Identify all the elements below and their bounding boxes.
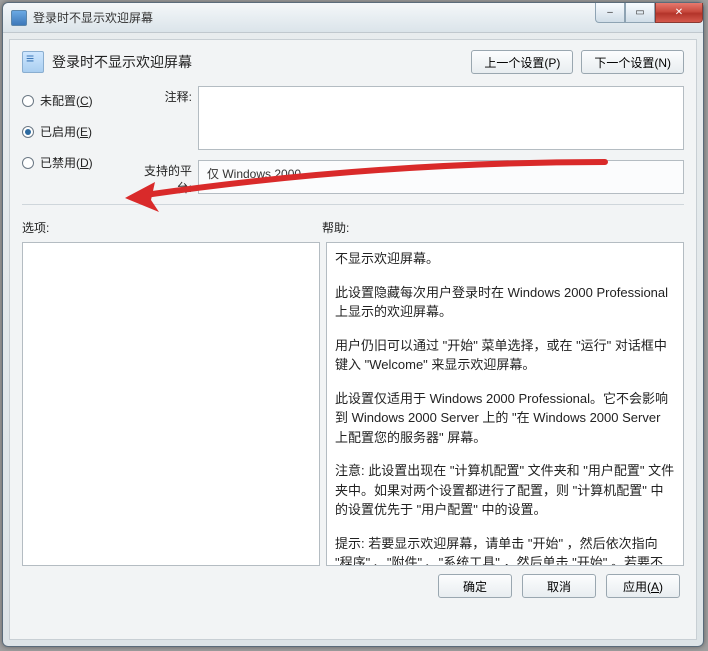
panes: 不显示欢迎屏幕。 此设置隐藏每次用户登录时在 Windows 2000 Prof… bbox=[22, 242, 684, 566]
page-title: 登录时不显示欢迎屏幕 bbox=[52, 52, 192, 72]
supported-platform-box: 仅 Windows 2000 bbox=[198, 160, 684, 194]
options-label: 选项: bbox=[22, 219, 322, 236]
radio-label: 未配置(C) bbox=[40, 92, 93, 109]
header-row: 登录时不显示欢迎屏幕 上一个设置(P) 下一个设置(N) bbox=[22, 50, 684, 74]
comment-textarea[interactable] bbox=[198, 86, 684, 150]
state-radio-group: 未配置(C) 已启用(E) 已禁用(D) bbox=[22, 86, 132, 196]
divider bbox=[22, 204, 684, 205]
radio-label: 已禁用(D) bbox=[40, 154, 93, 171]
help-pane[interactable]: 不显示欢迎屏幕。 此设置隐藏每次用户登录时在 Windows 2000 Prof… bbox=[326, 242, 684, 566]
policy-icon bbox=[22, 51, 44, 73]
next-setting-button[interactable]: 下一个设置(N) bbox=[581, 50, 684, 74]
ok-button[interactable]: 确定 bbox=[438, 574, 512, 598]
app-icon bbox=[11, 10, 27, 26]
radio-label: 已启用(E) bbox=[40, 123, 92, 140]
cancel-button[interactable]: 取消 bbox=[522, 574, 596, 598]
close-button[interactable]: ✕ bbox=[655, 3, 703, 23]
apply-button[interactable]: 应用(A) bbox=[606, 574, 680, 598]
radio-icon bbox=[22, 126, 34, 138]
radio-not-configured[interactable]: 未配置(C) bbox=[22, 92, 132, 109]
minimize-button[interactable]: – bbox=[595, 3, 625, 23]
prev-setting-button[interactable]: 上一个设置(P) bbox=[471, 50, 573, 74]
radio-disabled[interactable]: 已禁用(D) bbox=[22, 154, 132, 171]
pane-labels: 选项: 帮助: bbox=[22, 219, 684, 236]
maximize-button[interactable]: ▭ bbox=[625, 3, 655, 23]
dialog-window: 登录时不显示欢迎屏幕 – ▭ ✕ 登录时不显示欢迎屏幕 上一个设置(P) 下一个… bbox=[2, 2, 704, 647]
titlebar[interactable]: 登录时不显示欢迎屏幕 – ▭ ✕ bbox=[3, 3, 703, 33]
footer: 确定 取消 应用(A) bbox=[22, 566, 684, 598]
help-paragraph: 用户仍旧可以通过 "开始" 菜单选择，或在 "运行" 对话框中键入 "Welco… bbox=[335, 336, 675, 375]
help-paragraph: 不显示欢迎屏幕。 bbox=[335, 249, 675, 269]
radio-icon bbox=[22, 157, 34, 169]
help-paragraph: 注意: 此设置出现在 "计算机配置" 文件夹和 "用户配置" 文件夹中。如果对两… bbox=[335, 461, 675, 520]
help-paragraph: 提示: 若要显示欢迎屏幕，请单击 "开始" ，然后依次指向 "程序" 、"附件"… bbox=[335, 534, 675, 567]
comment-label: 注释: bbox=[132, 86, 198, 105]
options-pane[interactable] bbox=[22, 242, 320, 566]
platform-label: 支持的平台: bbox=[132, 160, 198, 196]
window-title: 登录时不显示欢迎屏幕 bbox=[33, 9, 153, 26]
help-paragraph: 此设置隐藏每次用户登录时在 Windows 2000 Professional … bbox=[335, 283, 675, 322]
client-area: 登录时不显示欢迎屏幕 上一个设置(P) 下一个设置(N) 未配置(C) 已启用(… bbox=[9, 39, 697, 640]
help-paragraph: 此设置仅适用于 Windows 2000 Professional。它不会影响到… bbox=[335, 389, 675, 448]
radio-icon bbox=[22, 95, 34, 107]
window-buttons: – ▭ ✕ bbox=[595, 3, 703, 23]
help-label: 帮助: bbox=[322, 219, 349, 236]
config-section: 未配置(C) 已启用(E) 已禁用(D) 注释: 支持的平台: bbox=[22, 86, 684, 196]
radio-enabled[interactable]: 已启用(E) bbox=[22, 123, 132, 140]
